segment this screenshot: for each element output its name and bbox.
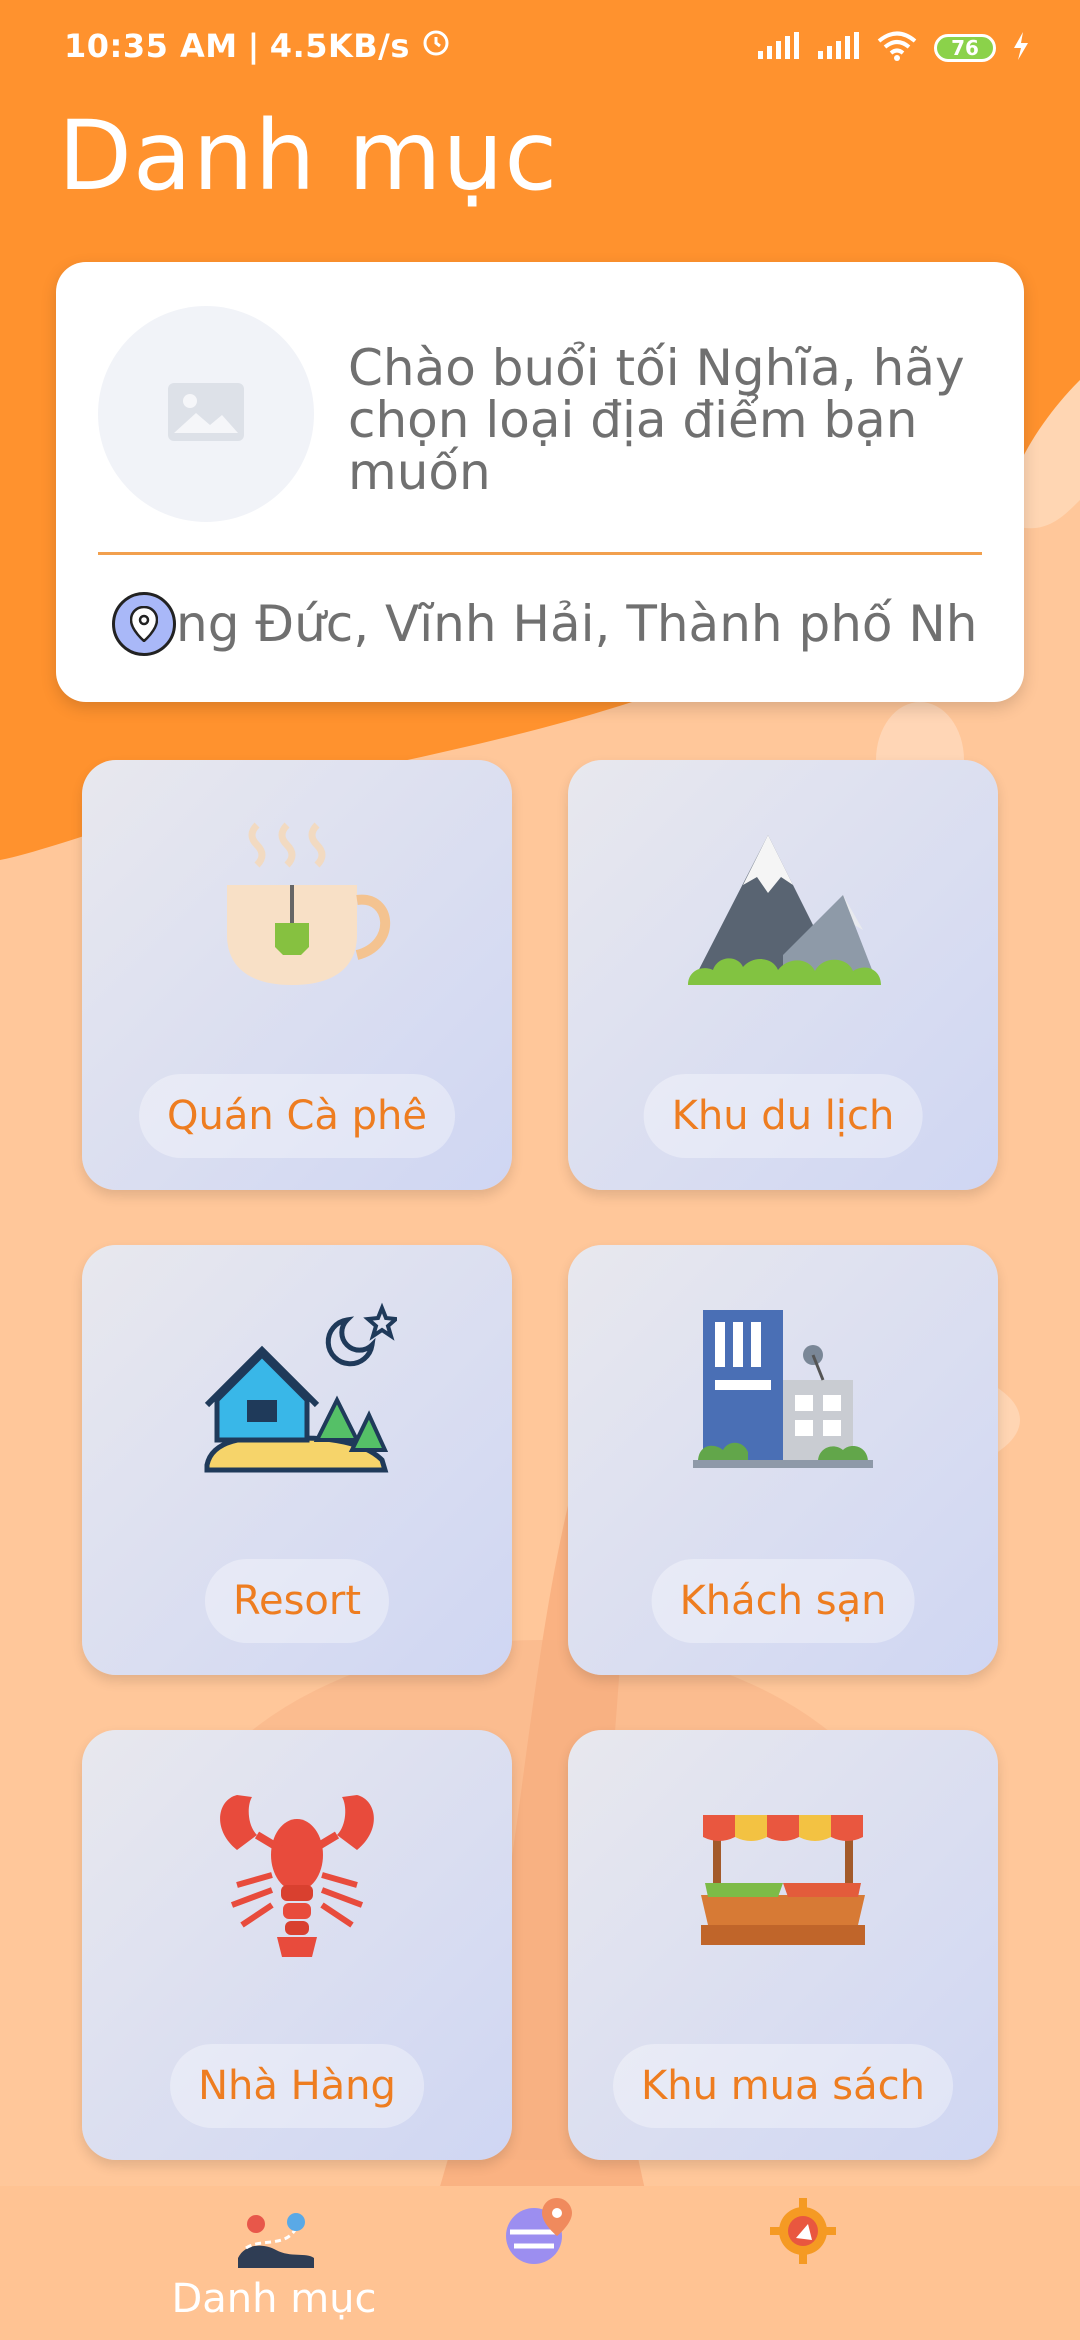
nav-item-settings[interactable] bbox=[656, 2186, 956, 2340]
location-text: ng Đức, Vĩnh Hải, Thành phố Nh bbox=[176, 595, 976, 653]
greeting-text: Chào buổi tối Nghĩa, hãy chọn loại địa đ… bbox=[348, 339, 965, 501]
alarm-icon bbox=[420, 26, 452, 66]
status-separator: | bbox=[247, 27, 260, 65]
hotel-building-icon bbox=[683, 1290, 883, 1490]
lobster-icon bbox=[197, 1775, 397, 1975]
status-left: 10:35 AM | 4.5KB/s bbox=[64, 26, 452, 66]
location-row[interactable]: ng Đức, Vĩnh Hải, Thành phố Nh bbox=[112, 584, 982, 664]
gear-compass-icon bbox=[768, 2196, 838, 2270]
category-bookstore[interactable]: Khu mua sách bbox=[568, 1730, 998, 2160]
page-title: Danh mục bbox=[58, 100, 559, 212]
category-label: Resort bbox=[204, 1559, 390, 1643]
category-label: Khu du lịch bbox=[643, 1074, 923, 1158]
map-pin-icon bbox=[502, 2196, 578, 2272]
charging-icon bbox=[1012, 31, 1030, 65]
mountain-icon bbox=[683, 805, 883, 1005]
location-pin-icon bbox=[112, 592, 176, 656]
nav-item-map[interactable] bbox=[390, 2186, 690, 2340]
route-map-icon bbox=[236, 2208, 316, 2274]
signal-icon bbox=[756, 31, 800, 65]
category-resort[interactable]: Resort bbox=[82, 1245, 512, 1675]
category-label: Khu mua sách bbox=[613, 2044, 953, 2128]
nav-label: Danh mục bbox=[171, 2276, 377, 2322]
status-speed: 4.5KB/s bbox=[269, 27, 410, 65]
image-placeholder-icon bbox=[166, 381, 246, 447]
battery-indicator: 76 bbox=[934, 34, 996, 62]
signal-icon-2 bbox=[816, 31, 860, 65]
avatar[interactable] bbox=[98, 306, 314, 522]
resort-house-icon bbox=[197, 1290, 401, 1490]
status-right: 76 bbox=[756, 30, 1030, 66]
category-label: Quán Cà phê bbox=[139, 1074, 455, 1158]
wifi-icon bbox=[876, 30, 918, 66]
nav-item-categories[interactable]: Danh mục bbox=[124, 2186, 424, 2340]
greeting-card: Chào buổi tối Nghĩa, hãy chọn loại địa đ… bbox=[56, 262, 1024, 702]
bottom-navigation: Danh mục bbox=[0, 2186, 1080, 2340]
category-restaurant[interactable]: Nhà Hàng bbox=[82, 1730, 512, 2160]
market-stall-icon bbox=[683, 1775, 883, 1975]
coffee-cup-icon bbox=[197, 805, 397, 1005]
category-tourism[interactable]: Khu du lịch bbox=[568, 760, 998, 1190]
category-hotel[interactable]: Khách sạn bbox=[568, 1245, 998, 1675]
category-cafe[interactable]: Quán Cà phê bbox=[82, 760, 512, 1190]
divider bbox=[98, 552, 982, 555]
status-bar: 10:35 AM | 4.5KB/s 76 bbox=[0, 0, 1080, 100]
status-time: 10:35 AM bbox=[64, 27, 238, 65]
category-label: Khách sạn bbox=[651, 1559, 915, 1643]
category-label: Nhà Hàng bbox=[170, 2044, 424, 2128]
